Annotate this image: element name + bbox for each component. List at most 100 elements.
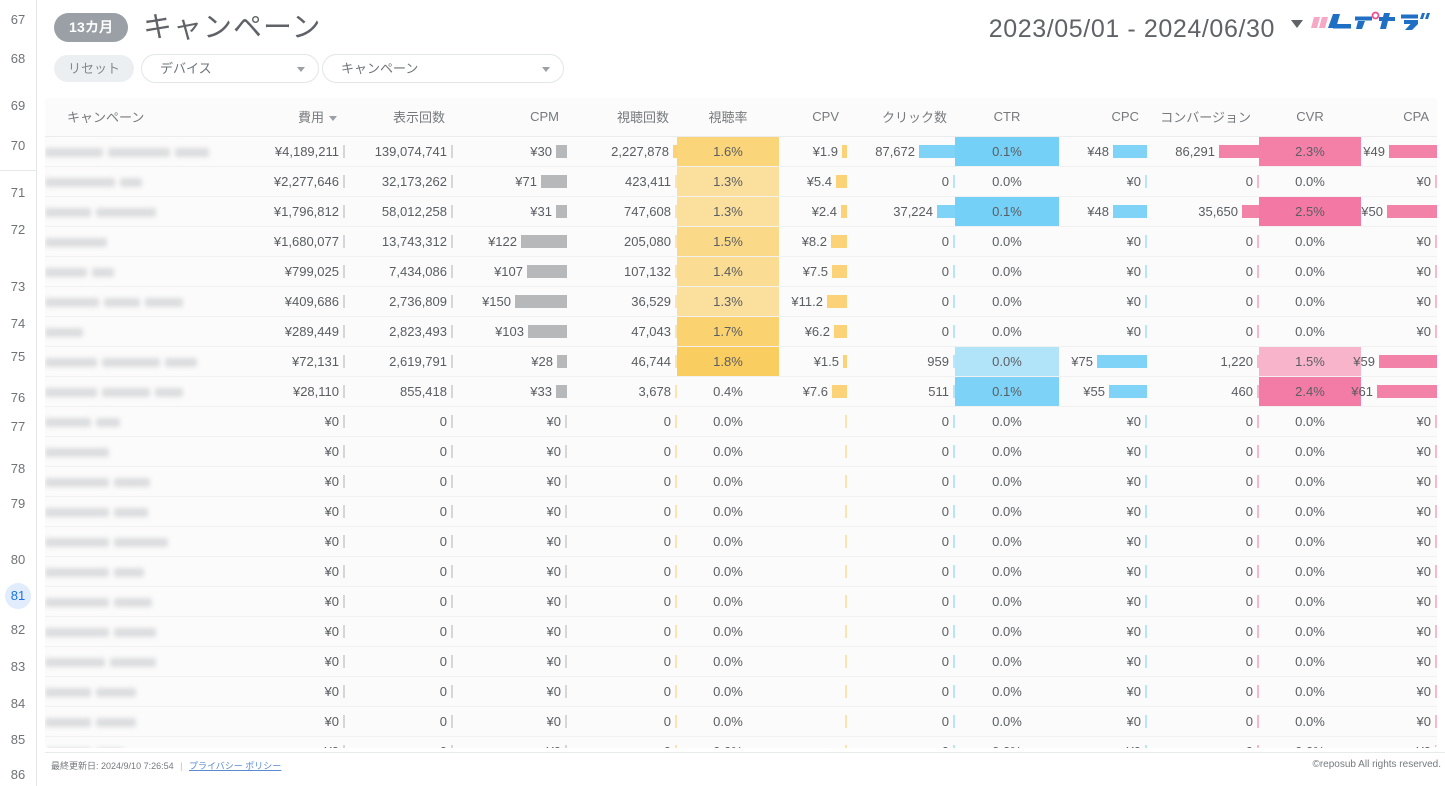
reset-button[interactable]: リセット — [54, 55, 134, 82]
column-header-views[interactable]: 視聴回数 — [567, 98, 677, 136]
column-header-cpv[interactable]: CPV — [779, 98, 847, 136]
cell-value: ¥2,277,646 — [257, 174, 343, 189]
gutter-section-divider — [0, 170, 36, 171]
column-header-clicks[interactable]: クリック数 — [847, 98, 955, 136]
column-header-label: CVR — [1296, 109, 1323, 124]
chevron-down-icon[interactable] — [1291, 20, 1303, 28]
cell-views: 2,227,878 — [567, 136, 677, 166]
table-row[interactable]: ¥00¥000.0%00.0%¥000.0%¥0 — [45, 526, 1437, 556]
cell-cpv — [779, 526, 847, 556]
table-row[interactable]: ¥00¥000.0%00.0%¥000.0%¥0 — [45, 466, 1437, 496]
table-row[interactable]: ¥409,6862,736,809¥15036,5291.3%¥11.200.0… — [45, 286, 1437, 316]
cell-value: ¥31 — [453, 204, 556, 219]
cell-views: 0 — [567, 616, 677, 646]
copyright-text: ©reposub All rights reserved. — [1312, 759, 1441, 770]
cell-value: ¥0 — [1059, 624, 1145, 639]
cell-bar — [556, 385, 567, 398]
redacted-name-bar — [104, 298, 140, 307]
row-number-68[interactable]: 68 — [0, 50, 36, 68]
filter-device[interactable]: デバイス — [141, 54, 319, 83]
table-row[interactable]: ¥4,189,211139,074,741¥302,227,8781.6%¥1.… — [45, 136, 1437, 166]
column-header-cpc[interactable]: CPC — [1059, 98, 1147, 136]
table-row[interactable]: ¥00¥000.0%00.0%¥000.0%¥0 — [45, 736, 1437, 748]
table-row[interactable]: ¥00¥000.0%00.0%¥000.0%¥0 — [45, 496, 1437, 526]
row-number-86[interactable]: 86 — [0, 766, 36, 784]
cell-value: ¥289,449 — [257, 324, 343, 339]
row-number-76[interactable]: 76 — [0, 389, 36, 407]
row-number-72[interactable]: 72 — [0, 221, 36, 239]
table-row[interactable]: ¥1,796,81258,012,258¥31747,6081.3%¥2.437… — [45, 196, 1437, 226]
cell-bar — [845, 625, 847, 638]
cell-bar — [1145, 745, 1147, 749]
row-number-69[interactable]: 69 — [0, 97, 36, 115]
column-header-cost[interactable]: 費用 — [257, 98, 345, 136]
row-number-78[interactable]: 78 — [0, 460, 36, 478]
cell-bar — [1257, 685, 1259, 698]
cell-value: 46,744 — [567, 354, 675, 369]
column-header-imp[interactable]: 表示回数 — [345, 98, 453, 136]
row-number-82[interactable]: 82 — [0, 621, 36, 639]
date-range-label[interactable]: 2023/05/01 - 2024/06/30 — [989, 10, 1275, 48]
table-row[interactable]: ¥00¥000.0%00.0%¥000.0%¥0 — [45, 586, 1437, 616]
heatmap-cell: 0.0% — [955, 257, 1059, 286]
cell-cpc: ¥0 — [1059, 436, 1147, 466]
table-row[interactable]: ¥00¥000.0%00.0%¥000.0%¥0 — [45, 646, 1437, 676]
row-number-79[interactable]: 79 — [0, 495, 36, 513]
cell-bar — [675, 625, 677, 638]
column-header-vr[interactable]: 視聴率 — [677, 98, 779, 136]
row-number-74[interactable]: 74 — [0, 315, 36, 333]
column-header-cpa[interactable]: CPA — [1361, 98, 1437, 136]
table-row[interactable]: ¥72,1312,619,791¥2846,7441.8%¥1.59590.0%… — [45, 346, 1437, 376]
cell-bar — [1145, 535, 1147, 548]
column-header-name[interactable]: キャンペーン — [45, 98, 257, 136]
column-header-cpm[interactable]: CPM — [453, 98, 567, 136]
column-header-cvr[interactable]: CVR — [1259, 98, 1361, 136]
row-number-73[interactable]: 73 — [0, 278, 36, 296]
cell-bar — [675, 535, 677, 548]
table-row[interactable]: ¥00¥000.0%00.0%¥000.0%¥0 — [45, 556, 1437, 586]
table-row[interactable]: ¥289,4492,823,493¥10347,0431.7%¥6.200.0%… — [45, 316, 1437, 346]
heatmap-cell: 2.5% — [1259, 197, 1361, 226]
row-number-70[interactable]: 70 — [0, 137, 36, 155]
cell-cpc: ¥0 — [1059, 646, 1147, 676]
filter-campaign[interactable]: キャンペーン — [322, 54, 564, 83]
table-row[interactable]: ¥00¥000.0%00.0%¥000.0%¥0 — [45, 676, 1437, 706]
cell-bar — [343, 265, 345, 278]
cell-clicks: 0 — [847, 706, 955, 736]
column-header-ctr[interactable]: CTR — [955, 98, 1059, 136]
row-number-71[interactable]: 71 — [0, 184, 36, 202]
table-row[interactable]: ¥799,0257,434,086¥107107,1321.4%¥7.500.0… — [45, 256, 1437, 286]
row-number-67[interactable]: 67 — [0, 11, 36, 29]
column-header-label: CPA — [1403, 109, 1429, 124]
table-row[interactable]: ¥1,680,07713,743,312¥122205,0801.5%¥8.20… — [45, 226, 1437, 256]
row-number-75[interactable]: 75 — [0, 348, 36, 366]
cell-cpa: ¥0 — [1361, 466, 1437, 496]
heatmap-cell: 0.0% — [677, 677, 779, 706]
redacted-name-bar — [145, 298, 183, 307]
cell-value: ¥0 — [1361, 474, 1435, 489]
row-number-85[interactable]: 85 — [0, 731, 36, 749]
table-row[interactable]: ¥28,110855,418¥333,6780.4%¥7.65110.1%¥55… — [45, 376, 1437, 406]
cell-value: 58,012,258 — [345, 204, 451, 219]
column-header-conv[interactable]: コンバージョン — [1147, 98, 1259, 136]
cell-bar — [343, 235, 345, 248]
row-number-83[interactable]: 83 — [0, 658, 36, 676]
cell-cvr: 0.0% — [1259, 556, 1361, 586]
cell-ctr: 0.0% — [955, 346, 1059, 376]
table-row[interactable]: ¥00¥000.0%00.0%¥000.0%¥0 — [45, 406, 1437, 436]
cell-bar — [451, 595, 453, 608]
row-number-84[interactable]: 84 — [0, 695, 36, 713]
table-row[interactable]: ¥00¥000.0%00.0%¥000.0%¥0 — [45, 436, 1437, 466]
row-number-81[interactable]: 81 — [0, 583, 36, 609]
table-row[interactable]: ¥00¥000.0%00.0%¥000.0%¥0 — [45, 706, 1437, 736]
cell-cost: ¥28,110 — [257, 376, 345, 406]
redacted-name-bar — [45, 208, 91, 217]
table-row[interactable]: ¥2,277,64632,173,262¥71423,4111.3%¥5.400… — [45, 166, 1437, 196]
table-row[interactable]: ¥00¥000.0%00.0%¥000.0%¥0 — [45, 616, 1437, 646]
row-number-77[interactable]: 77 — [0, 418, 36, 436]
privacy-policy-link[interactable]: プライバシー ポリシー — [189, 761, 281, 771]
row-number-80[interactable]: 80 — [0, 551, 36, 569]
cell-value: 13,743,312 — [345, 234, 451, 249]
cell-bar — [953, 295, 955, 308]
cell-conversions: 0 — [1147, 556, 1259, 586]
